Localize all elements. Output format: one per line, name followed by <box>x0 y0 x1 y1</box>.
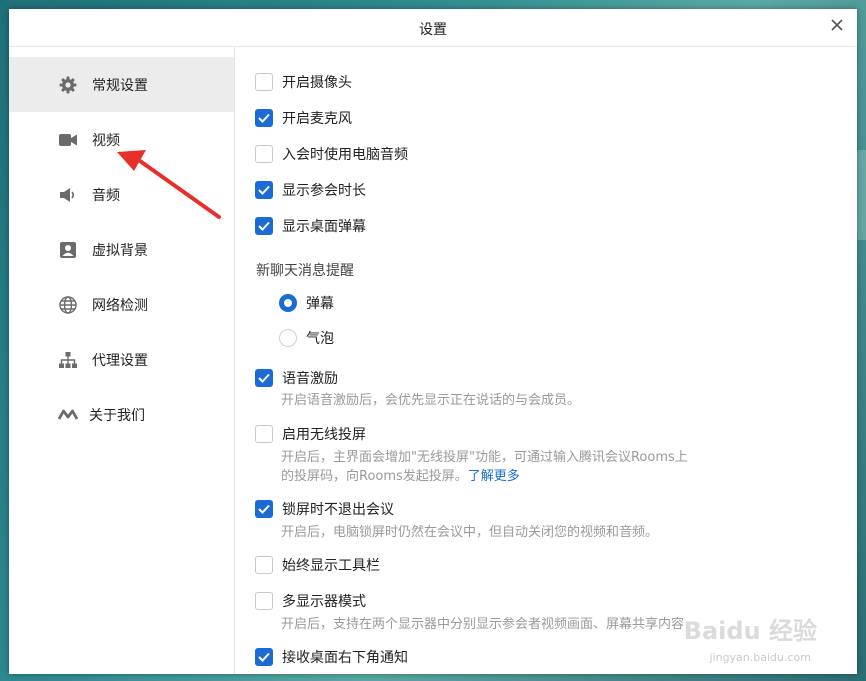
settings-window: 设置 常规设置 视频 音频 虚拟背景 网络检测 代理设置 关于我们 开启摄像头 … <box>9 9 857 674</box>
setting-description: 开启后，支持在两个显示器中分别显示参会者视频画面、屏幕共享内容 <box>281 617 685 632</box>
sidebar-item-label: 常规设置 <box>92 77 148 94</box>
title-bar: 设置 <box>9 9 857 47</box>
sidebar: 常规设置 视频 音频 虚拟背景 网络检测 代理设置 关于我们 <box>9 47 235 674</box>
multi-display-setting[interactable]: 多显示器模式 <box>255 590 366 612</box>
setting-description: 开启后，电脑锁屏时仍然在会议中，但自动关闭您的视频和音频。 <box>281 525 659 540</box>
sidebar-item-label: 视频 <box>92 132 120 149</box>
camera-setting[interactable]: 开启摄像头 <box>255 71 352 93</box>
sidebar-item-label: 代理设置 <box>92 352 148 369</box>
show-toolbar-setting[interactable]: 始终显示工具栏 <box>255 554 380 576</box>
checkmark-icon <box>258 113 270 123</box>
setting-description: 开启后，主界面会增加"无线投屏"功能，可通过输入腾讯会议Rooms上 <box>281 450 688 465</box>
gear-icon <box>58 75 78 95</box>
checkbox[interactable] <box>255 145 273 163</box>
desktop-notice-setting[interactable]: 接收桌面右下角通知 <box>255 646 408 668</box>
setting-label: 显示参会时长 <box>282 183 366 199</box>
sidebar-item-audio[interactable]: 音频 <box>9 167 234 222</box>
sidebar-item-label: 音频 <box>92 187 120 204</box>
setting-label: 锁屏时不退出会议 <box>282 502 394 518</box>
radio-label: 气泡 <box>306 331 334 347</box>
setting-label: 多显示器模式 <box>282 594 366 610</box>
settings-panel: 开启摄像头 开启麦克风 入会时使用电脑音频 显示参会时长 显示桌面弹幕 新聊天消… <box>235 47 857 674</box>
portrait-icon <box>58 240 78 260</box>
checkbox[interactable] <box>255 109 273 127</box>
setting-label: 启用无线投屏 <box>282 427 366 443</box>
sidebar-item-label: 关于我们 <box>89 407 145 424</box>
setting-label: 显示桌面弹幕 <box>282 219 366 235</box>
radio-bubble[interactable]: 气泡 <box>279 328 334 348</box>
show-duration-setting[interactable]: 显示参会时长 <box>255 179 366 201</box>
video-camera-icon <box>58 130 78 150</box>
logo-icon <box>58 405 78 425</box>
sidebar-item-label: 虚拟背景 <box>92 242 148 259</box>
checkmark-icon <box>258 221 270 231</box>
checkmark-icon <box>258 652 270 662</box>
radio-button[interactable] <box>279 329 297 347</box>
learn-more-link[interactable]: 了解更多 <box>468 469 520 484</box>
desktop-danmaku-setting[interactable]: 显示桌面弹幕 <box>255 215 366 237</box>
radio-label: 弹幕 <box>306 296 334 312</box>
checkbox[interactable] <box>255 556 273 574</box>
checkbox[interactable] <box>255 648 273 666</box>
globe-icon <box>58 295 78 315</box>
sidebar-item-about[interactable]: 关于我们 <box>9 387 234 442</box>
sidebar-item-network[interactable]: 网络检测 <box>9 277 234 332</box>
sidebar-item-video[interactable]: 视频 <box>9 112 234 167</box>
sidebar-item-label: 网络检测 <box>92 297 148 314</box>
microphone-setting[interactable]: 开启麦克风 <box>255 107 352 129</box>
checkbox[interactable] <box>255 73 273 91</box>
checkmark-icon <box>258 373 270 383</box>
setting-description: 开启语音激励后，会优先显示正在说话的与会成员。 <box>281 393 581 408</box>
radio-danmaku[interactable]: 弹幕 <box>279 293 334 313</box>
setting-label: 接收桌面右下角通知 <box>282 650 408 666</box>
speaker-icon <box>58 185 78 205</box>
network-tree-icon <box>58 350 78 370</box>
setting-label: 开启麦克风 <box>282 111 352 127</box>
description-text: 的投屏码，向Rooms发起投屏。 <box>281 469 468 484</box>
pc-audio-setting[interactable]: 入会时使用电脑音频 <box>255 143 408 165</box>
baidu-jingyan-watermark: Baidu 经验 <box>683 617 817 645</box>
setting-label: 始终显示工具栏 <box>282 558 380 574</box>
checkbox[interactable] <box>255 181 273 199</box>
sidebar-item-proxy[interactable]: 代理设置 <box>9 332 234 387</box>
window-title: 设置 <box>419 22 447 38</box>
checkmark-icon <box>258 504 270 514</box>
checkmark-icon <box>258 185 270 195</box>
setting-label: 入会时使用电脑音频 <box>282 147 408 163</box>
checkbox[interactable] <box>255 369 273 387</box>
setting-description-line2: 的投屏码，向Rooms发起投屏。了解更多 <box>281 466 520 487</box>
checkbox[interactable] <box>255 500 273 518</box>
close-icon <box>831 19 843 31</box>
checkbox[interactable] <box>255 425 273 443</box>
radio-button[interactable] <box>279 294 297 312</box>
watermark-url: jingyan.baidu.com <box>709 651 811 664</box>
sidebar-item-virtual-background[interactable]: 虚拟背景 <box>9 222 234 277</box>
setting-label: 语音激励 <box>282 371 338 387</box>
voice-excitation-setting[interactable]: 语音激励 <box>255 367 338 389</box>
checkbox[interactable] <box>255 592 273 610</box>
setting-label: 开启摄像头 <box>282 75 352 91</box>
close-button[interactable] <box>827 15 847 35</box>
wireless-projection-setting[interactable]: 启用无线投屏 <box>255 423 366 445</box>
lock-screen-setting[interactable]: 锁屏时不退出会议 <box>255 498 394 520</box>
checkbox[interactable] <box>255 217 273 235</box>
sidebar-item-general[interactable]: 常规设置 <box>9 57 234 112</box>
chat-reminder-label: 新聊天消息提醒 <box>256 263 354 279</box>
